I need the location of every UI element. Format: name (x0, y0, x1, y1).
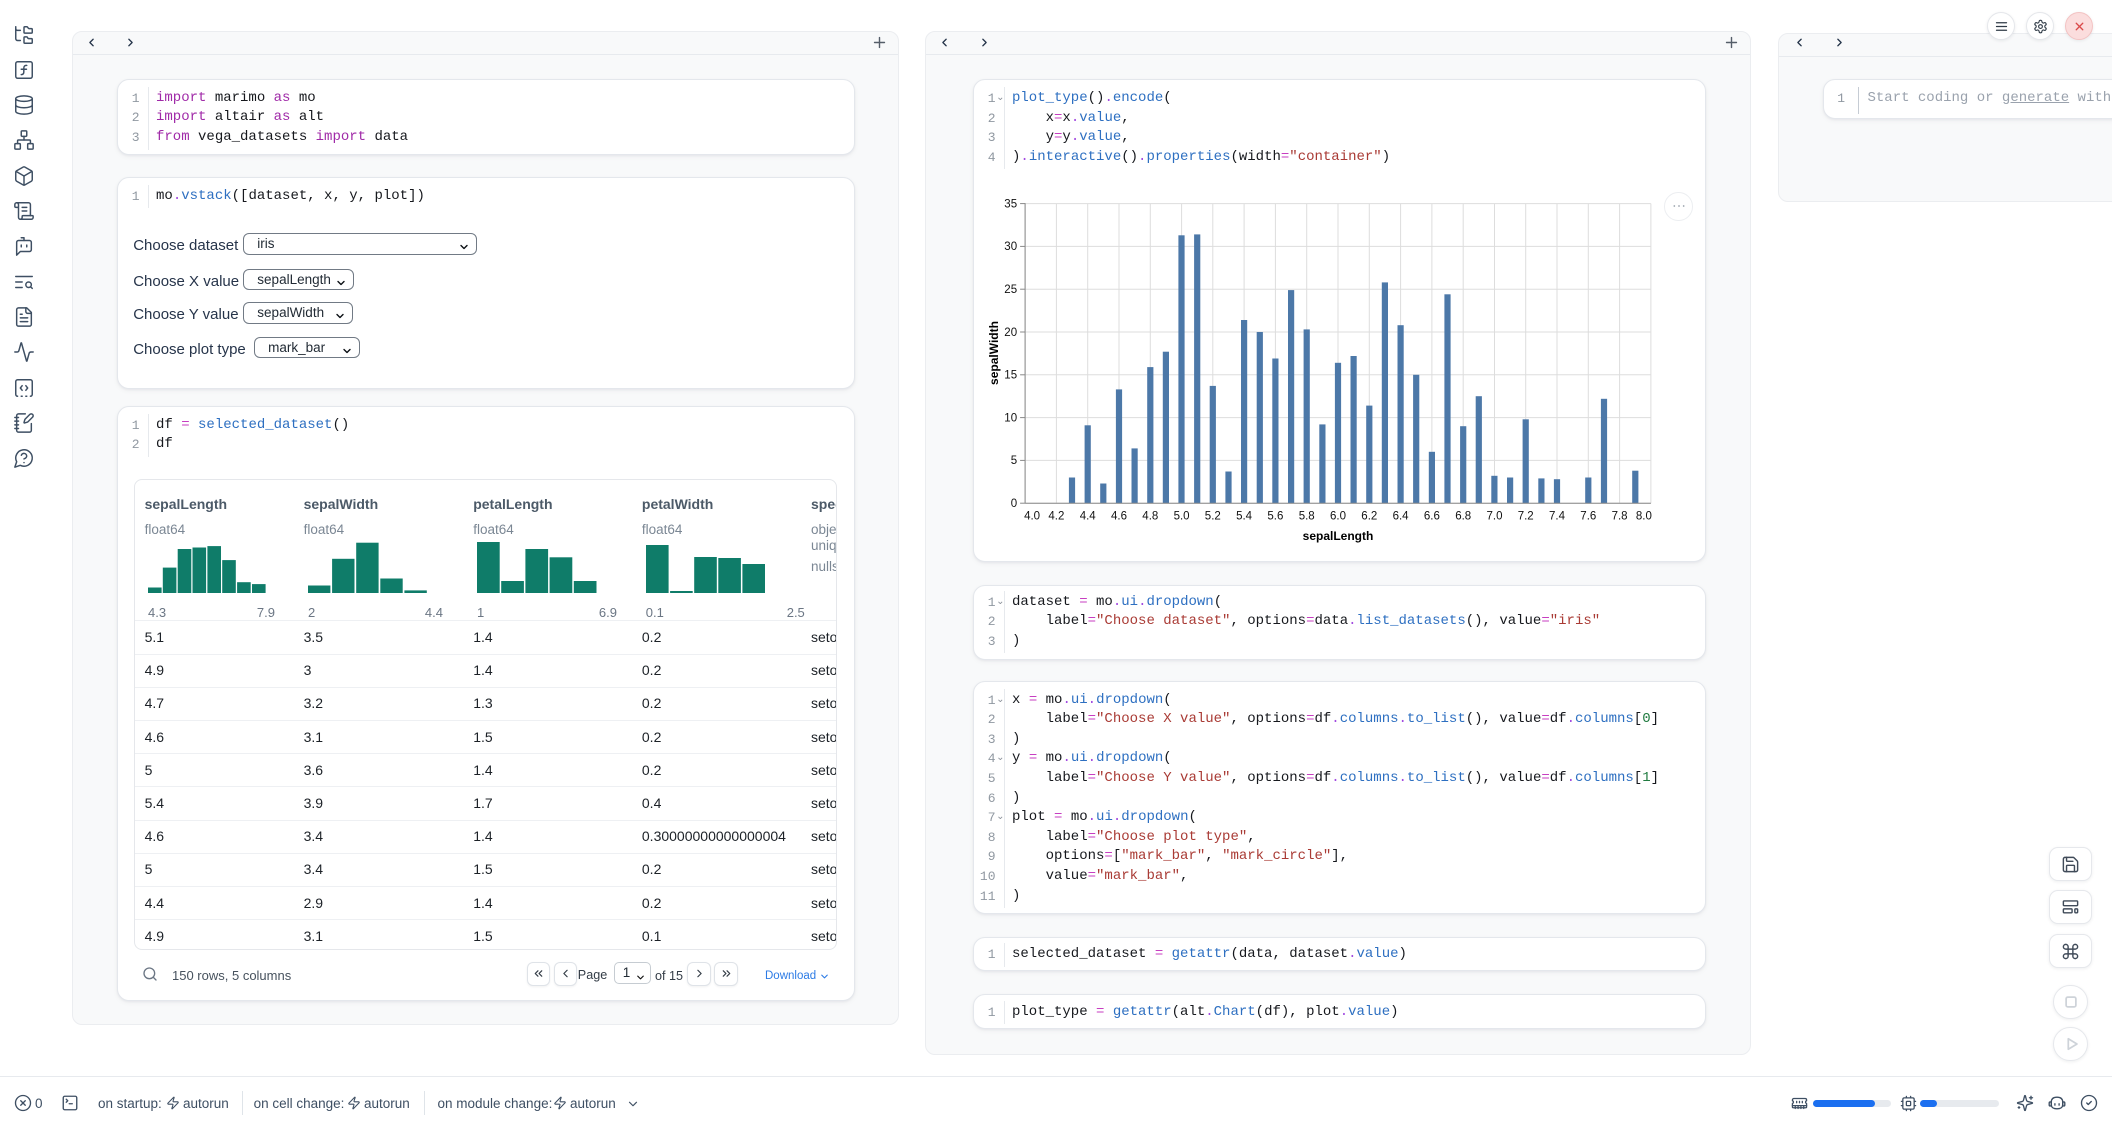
svg-text:25: 25 (1004, 284, 1017, 296)
svg-text:7.8: 7.8 (1611, 511, 1627, 523)
svg-text:15: 15 (1004, 370, 1017, 382)
svg-text:0: 0 (1010, 498, 1016, 510)
svg-text:7.4: 7.4 (1549, 511, 1566, 523)
svg-text:30: 30 (1004, 241, 1017, 253)
svg-text:sepalWidth: sepalWidth (987, 321, 1001, 385)
svg-text:4.2: 4.2 (1048, 511, 1064, 523)
svg-text:6.8: 6.8 (1455, 511, 1471, 523)
svg-text:4.8: 4.8 (1142, 511, 1158, 523)
svg-text:5.8: 5.8 (1298, 511, 1314, 523)
svg-text:4.6: 4.6 (1111, 511, 1127, 523)
svg-text:5: 5 (1010, 455, 1016, 467)
svg-text:4.0: 4.0 (1024, 511, 1040, 523)
svg-text:4.4: 4.4 (1079, 511, 1096, 523)
svg-text:sepalLength: sepalLength (1302, 529, 1373, 543)
svg-text:5.2: 5.2 (1204, 511, 1220, 523)
svg-text:6.0: 6.0 (1330, 511, 1346, 523)
svg-text:8.0: 8.0 (1635, 511, 1651, 523)
svg-text:7.0: 7.0 (1486, 511, 1502, 523)
svg-text:5.0: 5.0 (1173, 511, 1189, 523)
svg-text:6.6: 6.6 (1423, 511, 1439, 523)
svg-text:35: 35 (1004, 199, 1017, 211)
svg-text:5.6: 5.6 (1267, 511, 1283, 523)
svg-text:7.2: 7.2 (1517, 511, 1533, 523)
svg-text:10: 10 (1004, 413, 1017, 425)
svg-text:6.4: 6.4 (1392, 511, 1409, 523)
svg-text:5.4: 5.4 (1236, 511, 1253, 523)
svg-text:20: 20 (1004, 327, 1017, 339)
svg-text:6.2: 6.2 (1361, 511, 1377, 523)
svg-text:7.6: 7.6 (1580, 511, 1596, 523)
